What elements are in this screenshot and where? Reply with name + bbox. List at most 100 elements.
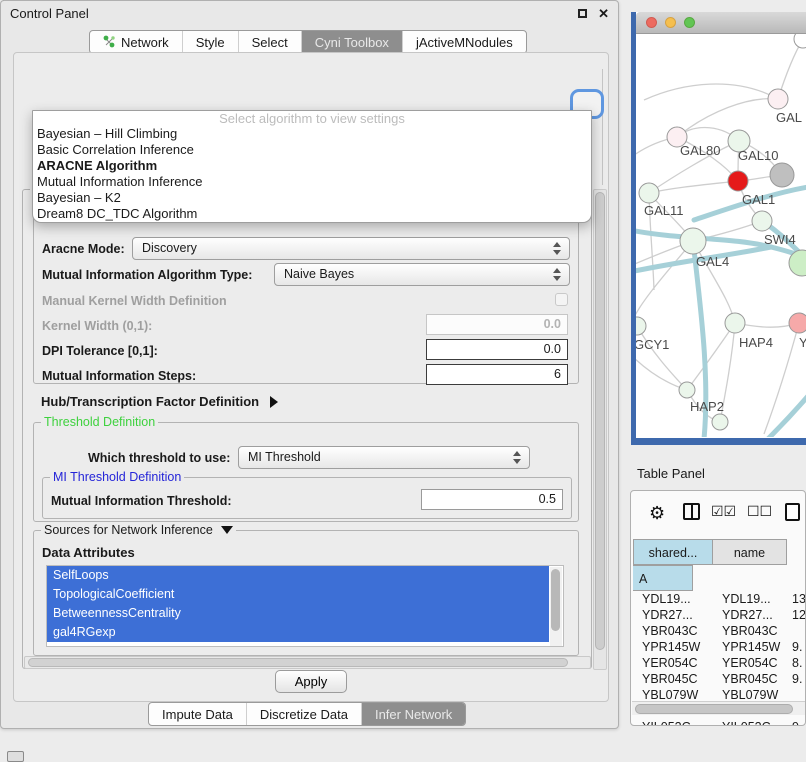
tab-discretize-data[interactable]: Discretize Data bbox=[246, 703, 361, 725]
table-cell: YER054C bbox=[713, 655, 787, 671]
algorithm-option-mutual-information[interactable]: Mutual Information Inference bbox=[33, 174, 591, 190]
network-node[interactable] bbox=[789, 313, 806, 333]
network-edge-highlighted[interactable] bbox=[728, 389, 806, 437]
table-horizontal-scrollbar[interactable] bbox=[632, 701, 805, 715]
table-row[interactable]: YDR27...YDR27...12 bbox=[633, 607, 805, 623]
network-node[interactable] bbox=[752, 211, 772, 231]
network-node-label: GAL1 bbox=[742, 192, 775, 207]
network-tab-icon bbox=[103, 35, 116, 49]
tab-jactivemnodules[interactable]: jActiveMNodules bbox=[402, 31, 526, 53]
aracne-mode-combo[interactable]: Discovery bbox=[132, 237, 570, 260]
float-panel-icon[interactable] bbox=[578, 9, 587, 18]
tab-style[interactable]: Style bbox=[182, 31, 238, 53]
network-window-titlebar[interactable] bbox=[636, 12, 806, 34]
gear-icon[interactable]: ⚙ bbox=[649, 503, 665, 524]
table-horizontal-thumb[interactable] bbox=[635, 704, 793, 714]
kernel-width-input[interactable]: 0.0 bbox=[426, 314, 568, 335]
minimized-panel-icon[interactable] bbox=[7, 751, 24, 762]
settings-horizontal-thumb[interactable] bbox=[28, 658, 568, 667]
network-node[interactable] bbox=[679, 382, 695, 398]
column-header-shared[interactable]: shared... bbox=[633, 539, 713, 565]
attribute-selfloops[interactable]: SelfLoops bbox=[47, 566, 549, 585]
network-node-label: GAL80 bbox=[680, 143, 720, 158]
network-node[interactable] bbox=[770, 163, 794, 187]
mi-threshold-label: Mutual Information Threshold: bbox=[51, 494, 232, 508]
network-node[interactable] bbox=[712, 414, 728, 430]
attributes-scrollbar[interactable] bbox=[550, 567, 562, 646]
table-row[interactable]: YDL19...YDL19...13 bbox=[633, 591, 805, 607]
dpi-tolerance-input[interactable]: 0.0 bbox=[426, 339, 568, 360]
network-node[interactable] bbox=[636, 317, 646, 335]
mi-type-label: Mutual Information Algorithm Type: bbox=[42, 268, 252, 282]
tab-cyni-toolbox[interactable]: Cyni Toolbox bbox=[301, 31, 402, 53]
table-cell: 9 bbox=[787, 719, 806, 726]
document-icon[interactable] bbox=[785, 503, 800, 521]
attribute-betweennesscentrality[interactable]: BetweennessCentrality bbox=[47, 604, 549, 623]
tab-network[interactable]: Network bbox=[90, 31, 182, 53]
tab-impute-data[interactable]: Impute Data bbox=[149, 703, 246, 725]
network-canvas[interactable]: GALGAL80GAL10GAL1GAL11SWI4GAL4GCY1HAP4YH… bbox=[636, 34, 806, 437]
table-row[interactable]: YER054CYER054C8. bbox=[633, 655, 805, 671]
data-attributes-list: SelfLoops TopologicalCoefficient Between… bbox=[46, 565, 564, 647]
column-header-third[interactable]: A bbox=[633, 565, 693, 591]
table-row[interactable]: YBR043CYBR043C bbox=[633, 623, 805, 639]
deselect-all-checkboxes-icon[interactable]: ☐☐ bbox=[747, 503, 772, 520]
column-header-name[interactable]: name bbox=[713, 539, 787, 565]
table-cell: YDL19... bbox=[633, 591, 713, 607]
attribute-topologicalcoefficient[interactable]: TopologicalCoefficient bbox=[47, 585, 549, 604]
split-columns-icon[interactable] bbox=[683, 503, 700, 520]
apply-button[interactable]: Apply bbox=[275, 670, 347, 693]
settings-horizontal-scrollbar[interactable] bbox=[24, 656, 591, 669]
minimize-traffic-light[interactable] bbox=[665, 17, 676, 28]
network-edge[interactable] bbox=[637, 326, 687, 390]
expanded-arrow-icon bbox=[221, 526, 233, 534]
select-all-checkboxes-icon[interactable]: ☑☑ bbox=[711, 503, 736, 520]
tab-select[interactable]: Select bbox=[238, 31, 301, 53]
mi-type-combo[interactable]: Naive Bayes bbox=[274, 263, 570, 286]
close-traffic-light[interactable] bbox=[646, 17, 657, 28]
manual-kernel-checkbox[interactable] bbox=[555, 293, 568, 306]
sources-title[interactable]: Sources for Network Inference bbox=[41, 523, 236, 537]
algorithm-option-bayesian-hill-climbing[interactable]: Bayesian – Hill Climbing bbox=[33, 126, 591, 142]
table-row[interactable]: YPR145WYPR145W9. bbox=[633, 639, 805, 655]
network-node[interactable] bbox=[768, 89, 788, 109]
hub-definition-toggle[interactable]: Hub/Transcription Factor Definition bbox=[41, 394, 278, 409]
cyni-toolbox-panel: galFiltered.sif default node Select algo… bbox=[13, 52, 609, 702]
network-edge[interactable] bbox=[636, 241, 693, 322]
combo-spinner-icon bbox=[553, 242, 561, 255]
network-node[interactable] bbox=[639, 183, 659, 203]
close-panel-icon[interactable]: ✕ bbox=[598, 6, 609, 22]
network-node[interactable] bbox=[725, 313, 745, 333]
settings-vertical-scrollbar[interactable] bbox=[593, 189, 607, 670]
attribute-gal4rgexp[interactable]: gal4RGexp bbox=[47, 623, 549, 642]
network-edge[interactable] bbox=[677, 99, 778, 137]
kernel-width-label: Kernel Width (0,1): bbox=[42, 319, 152, 333]
network-node[interactable] bbox=[680, 228, 706, 254]
table-cell: YBR045C bbox=[633, 671, 713, 687]
algorithm-option-basic-correlation[interactable]: Basic Correlation Inference bbox=[33, 142, 591, 158]
table-cell: YIL052C bbox=[713, 719, 787, 726]
network-node-label: HAP4 bbox=[739, 335, 773, 350]
network-edge[interactable] bbox=[644, 84, 778, 100]
algorithm-option-aracne[interactable]: ARACNE Algorithm bbox=[33, 158, 591, 174]
algorithm-option-dream8[interactable]: Dream8 DC_TDC Algorithm bbox=[33, 206, 591, 222]
settings-vertical-thumb[interactable] bbox=[595, 192, 605, 650]
network-node[interactable] bbox=[728, 171, 748, 191]
table-cell: YPR145W bbox=[633, 639, 713, 655]
threshold-definition-title: Threshold Definition bbox=[41, 415, 158, 429]
network-node[interactable] bbox=[794, 34, 806, 48]
sources-title-label: Sources for Network Inference bbox=[44, 523, 213, 537]
algorithm-option-bayesian-k2[interactable]: Bayesian – K2 bbox=[33, 190, 591, 206]
network-edge[interactable] bbox=[649, 181, 738, 193]
table-row[interactable]: YIL052CYIL052C9 bbox=[633, 719, 805, 726]
mi-steps-input[interactable]: 6 bbox=[426, 364, 568, 385]
tab-network-label: Network bbox=[121, 35, 169, 50]
zoom-traffic-light[interactable] bbox=[684, 17, 695, 28]
attributes-scrollbar-thumb[interactable] bbox=[551, 569, 560, 631]
combo-spinner-icon bbox=[513, 451, 521, 464]
table-row[interactable]: YBR045CYBR045C9. bbox=[633, 671, 805, 687]
mi-threshold-input[interactable]: 0.5 bbox=[421, 489, 563, 510]
which-threshold-combo[interactable]: MI Threshold bbox=[238, 446, 530, 469]
network-edge[interactable] bbox=[636, 354, 687, 390]
tab-infer-network[interactable]: Infer Network bbox=[361, 703, 465, 725]
